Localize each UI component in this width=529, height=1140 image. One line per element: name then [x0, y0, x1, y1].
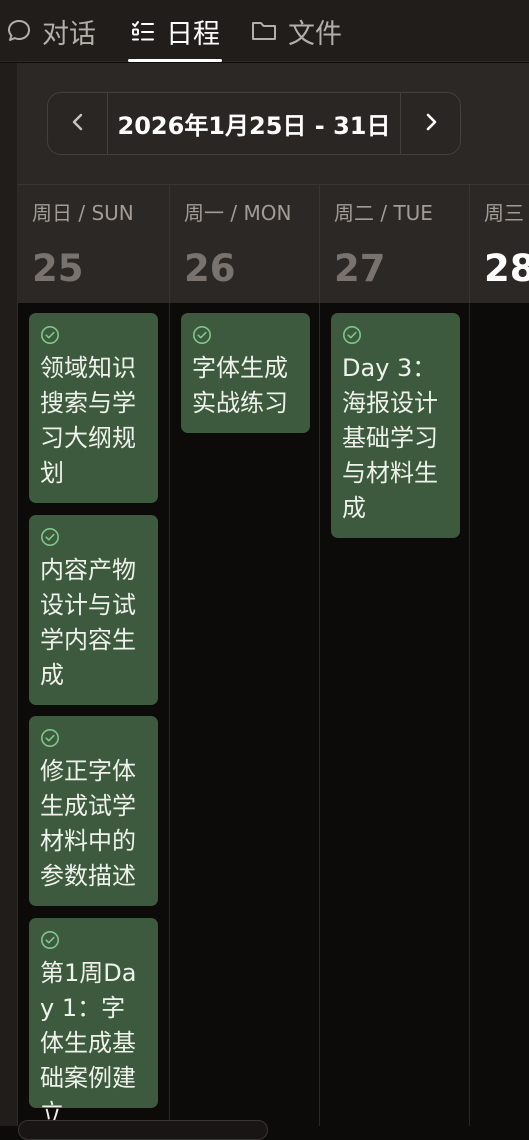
calendar-body: 领域知识搜索与学习大纲规划 内容产物设计与试学内容生成 修正字体生成试学材料中的…	[18, 303, 529, 1127]
tab-schedule-label: 日程	[166, 18, 220, 50]
check-circle-icon	[41, 528, 59, 546]
chevron-left-icon	[68, 112, 88, 136]
day-header-sun[interactable]: 周日 / SUN 25	[18, 185, 170, 304]
check-circle-icon	[343, 326, 361, 344]
day-number: 26	[184, 247, 236, 290]
calendar-header: 2026年1月25日 - 31日	[18, 63, 529, 184]
event-title: 字体生成实战练习	[192, 354, 288, 417]
day-name: 周一 / MON	[184, 201, 292, 225]
checklist-icon	[130, 18, 156, 44]
check-circle-icon	[41, 729, 59, 747]
event-card[interactable]: Day 3：海报设计基础学习与材料生成	[331, 313, 460, 538]
tab-chat[interactable]: 对话	[6, 0, 96, 62]
day-column-wed[interactable]	[470, 303, 529, 1126]
check-circle-icon	[41, 326, 59, 344]
day-number: 25	[32, 247, 84, 290]
tab-schedule[interactable]: 日程	[128, 0, 222, 62]
chat-bubble-icon	[6, 18, 32, 44]
top-tab-bar: 对话 日程 文件	[0, 0, 529, 62]
chevron-right-icon	[421, 112, 441, 136]
day-column-mon[interactable]: 字体生成实战练习	[170, 303, 320, 1126]
tab-files-label: 文件	[288, 18, 342, 50]
bottom-panel-edge	[18, 1120, 268, 1140]
day-header-tue[interactable]: 周二 / TUE 27	[320, 185, 470, 304]
tab-files[interactable]: 文件	[250, 0, 342, 62]
event-card[interactable]: 第1周Day 1：字体生成基础案例建立	[29, 918, 158, 1127]
day-header-mon[interactable]: 周一 / MON 26	[170, 185, 320, 304]
event-card[interactable]: 领域知识搜索与学习大纲规划	[29, 313, 158, 503]
day-name: 周日 / SUN	[32, 201, 134, 225]
week-range-navigator: 2026年1月25日 - 31日	[47, 92, 461, 155]
event-title: 第1周Day 1：字体生成基础案例建立	[40, 959, 137, 1127]
day-header-row: 周日 / SUN 25 周一 / MON 26 周二 / TUE 27 周三 2…	[18, 184, 529, 304]
day-number: 27	[334, 247, 386, 290]
event-card[interactable]: 内容产物设计与试学内容生成	[29, 515, 158, 705]
event-title: 修正字体生成试学材料中的参数描述	[40, 757, 136, 890]
day-number-today: 28	[484, 247, 529, 290]
day-name: 周二 / TUE	[334, 201, 433, 225]
day-column-sun[interactable]: 领域知识搜索与学习大纲规划 内容产物设计与试学内容生成 修正字体生成试学材料中的…	[18, 303, 170, 1127]
event-title: Day 3：海报设计基础学习与材料生成	[342, 354, 438, 522]
event-card[interactable]: 字体生成实战练习	[181, 313, 310, 433]
day-column-tue[interactable]: Day 3：海报设计基础学习与材料生成	[320, 303, 470, 1126]
day-name: 周三	[484, 201, 524, 225]
event-title: 领域知识搜索与学习大纲规划	[40, 354, 136, 487]
next-week-button[interactable]	[400, 93, 460, 154]
day-header-wed[interactable]: 周三 28	[470, 185, 529, 304]
tab-chat-label: 对话	[42, 18, 96, 50]
prev-week-button[interactable]	[48, 93, 108, 154]
event-card[interactable]: 修正字体生成试学材料中的参数描述	[29, 716, 158, 906]
left-gutter	[0, 63, 18, 1126]
folder-icon	[250, 18, 278, 44]
check-circle-icon	[193, 326, 211, 344]
week-range-label: 2026年1月25日 - 31日	[117, 112, 391, 140]
event-title: 内容产物设计与试学内容生成	[40, 556, 136, 689]
check-circle-icon	[41, 931, 59, 949]
